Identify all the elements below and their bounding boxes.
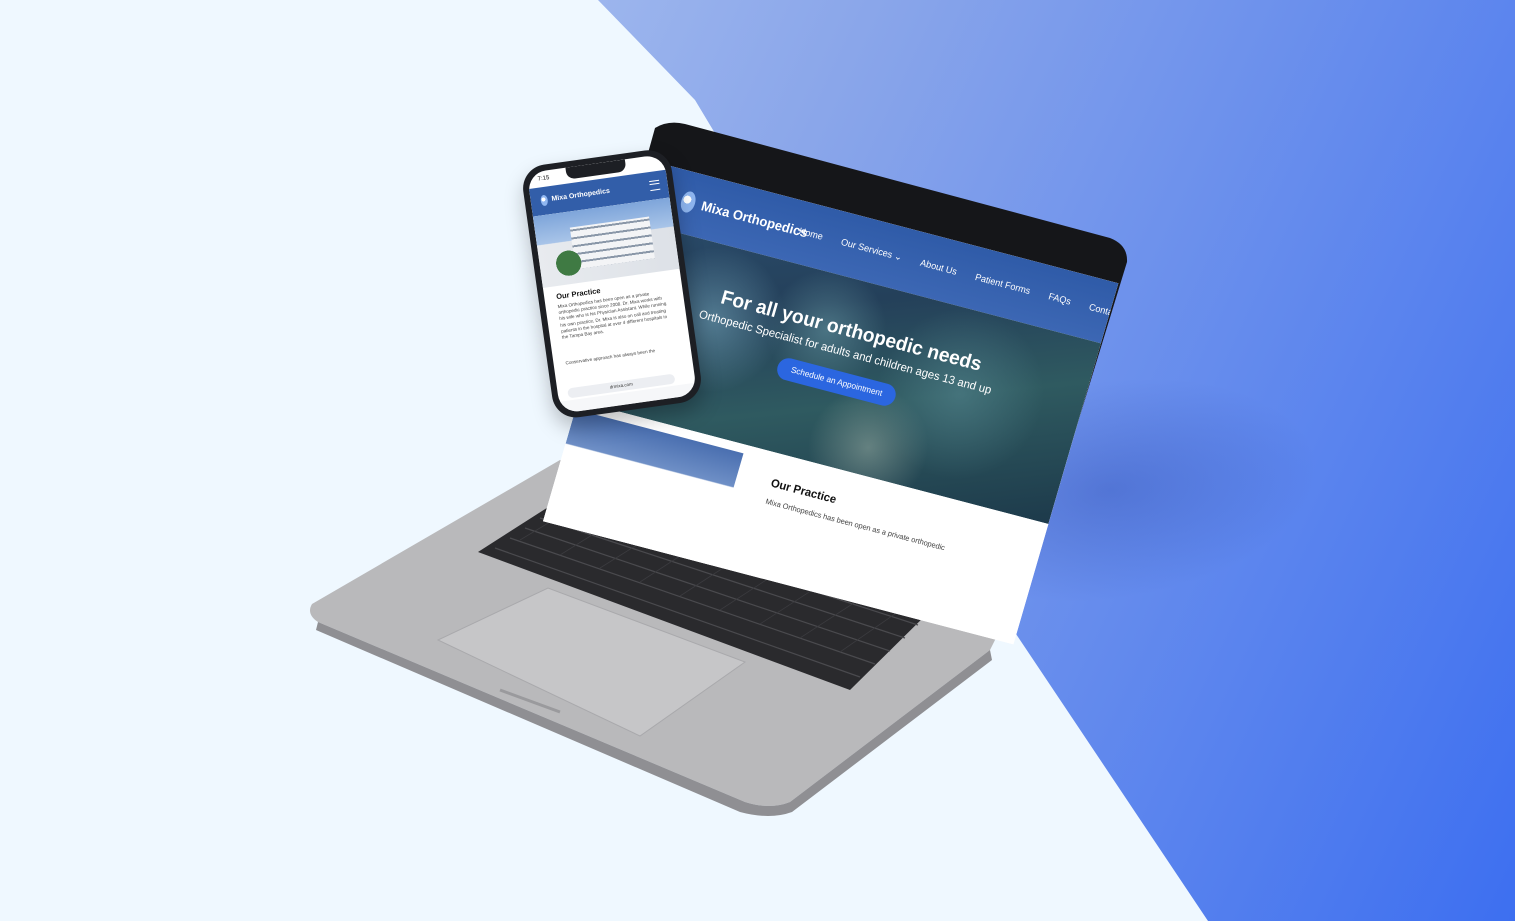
mobile-logo[interactable]: Mixa Orthopedics — [540, 186, 611, 207]
nav-services-label: Our Services — [839, 236, 894, 261]
palm-tree-shape — [551, 244, 586, 283]
site-logo[interactable]: Mixa Orthopedics — [678, 189, 811, 244]
practice-text: Mixa Orthopedics has been open as a priv… — [764, 496, 947, 553]
nav-contact[interactable]: Contact — [1088, 302, 1119, 320]
mobile-brand-name: Mixa Orthopedics — [551, 187, 611, 203]
mobile-paragraph-2: Conservative approach has always been th… — [565, 347, 656, 366]
nav-faqs[interactable]: FAQs — [1047, 291, 1072, 307]
nav-services[interactable]: Our Services ⌄ — [840, 237, 904, 263]
nav-about[interactable]: About Us — [919, 258, 958, 278]
logo-icon — [540, 194, 549, 207]
laptop-screen: Mixa Orthopedics Home Our Services ⌄ Abo… — [543, 120, 1130, 645]
url-text: drmixa.com — [609, 381, 634, 390]
status-time: 7:15 — [537, 175, 550, 183]
nav-patient-forms[interactable]: Patient Forms — [974, 272, 1032, 297]
hamburger-menu-icon[interactable] — [649, 179, 661, 192]
brand-name: Mixa Orthopedics — [699, 198, 810, 241]
logo-icon — [678, 189, 698, 215]
chevron-down-icon: ⌄ — [893, 250, 904, 264]
